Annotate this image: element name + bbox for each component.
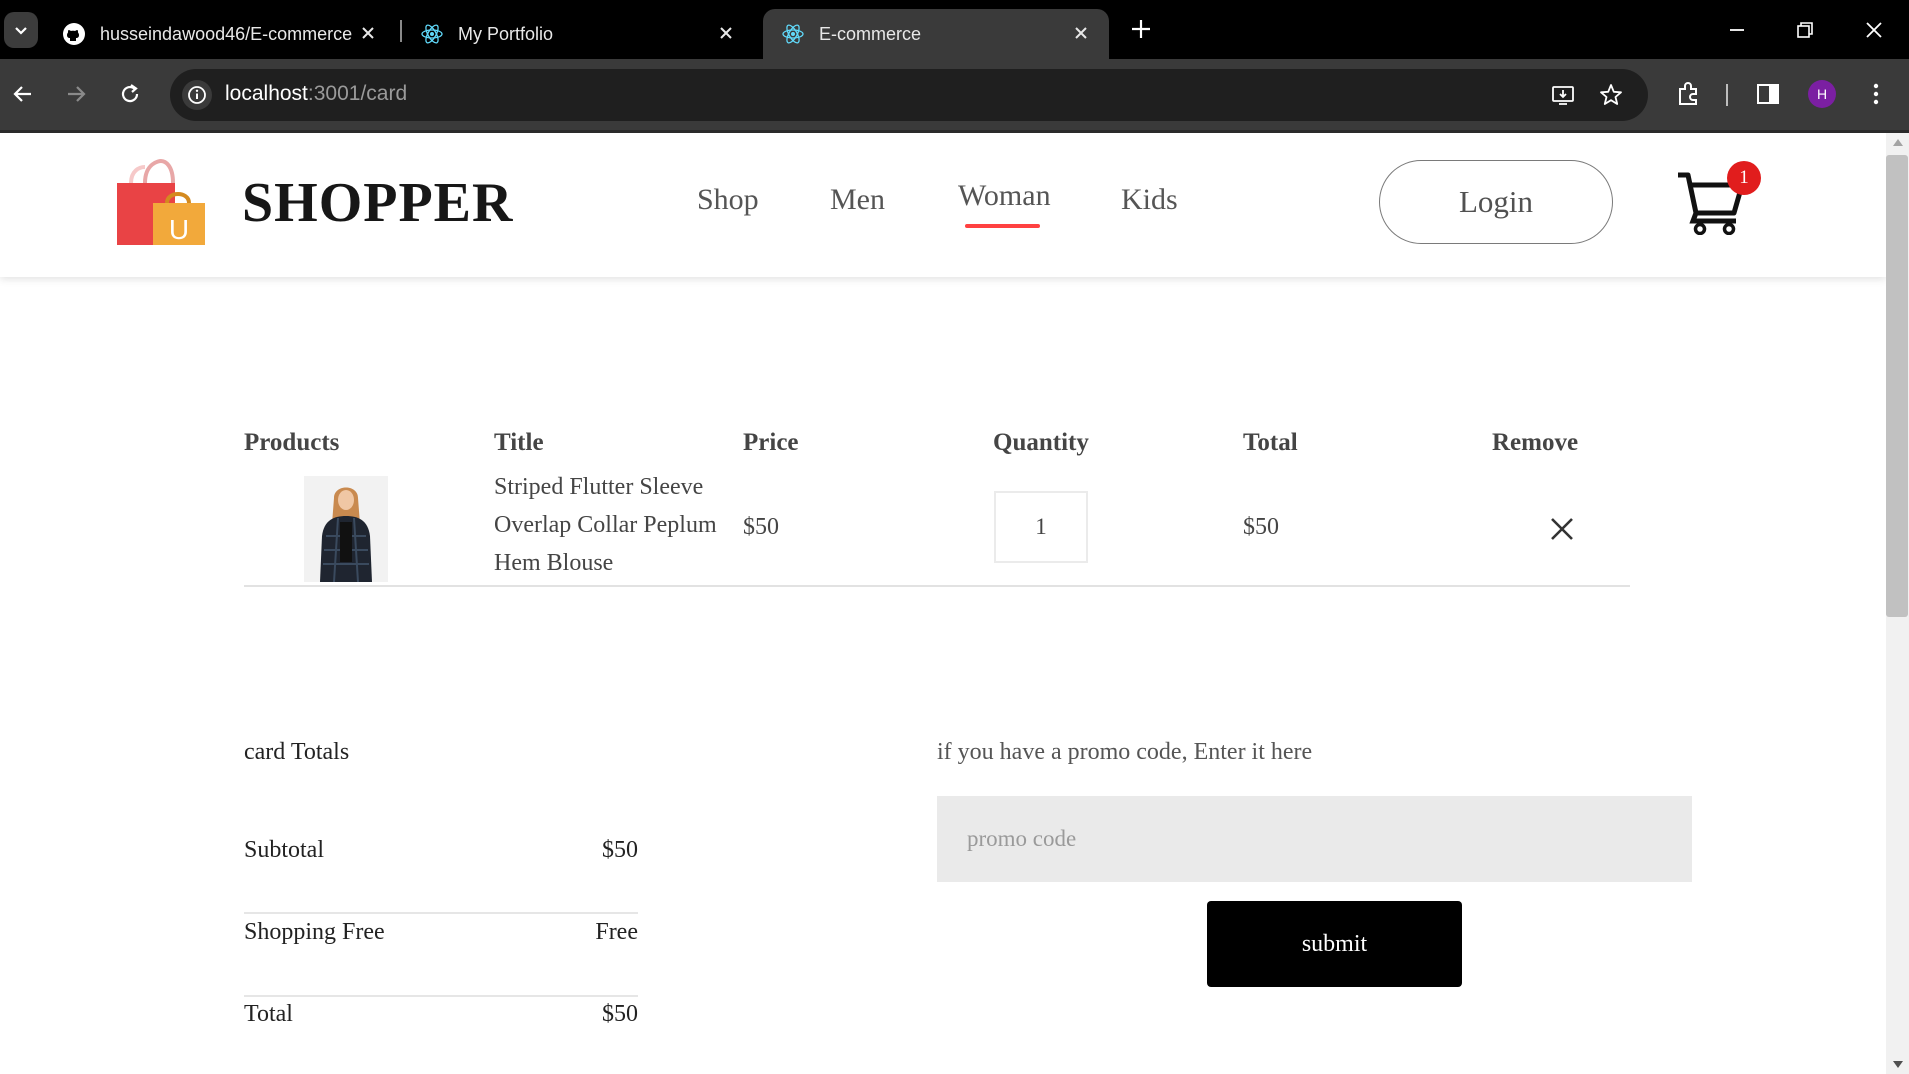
submit-button[interactable]: submit — [1207, 901, 1462, 987]
header-title: Title — [494, 429, 544, 456]
product-thumbnail — [304, 476, 388, 582]
totals-value: $50 — [602, 1001, 638, 1027]
header-products: Products — [244, 429, 340, 456]
restore-icon[interactable] — [1793, 18, 1817, 42]
nav-item-woman[interactable]: Woman — [958, 179, 1051, 213]
totals-title: card Totals — [244, 739, 350, 765]
url-path: :3001/card — [307, 82, 408, 105]
totals-row-subtotal: Subtotal $50 — [244, 837, 638, 864]
header-total: Total — [1243, 429, 1298, 456]
page-scrollbar[interactable] — [1886, 133, 1909, 1074]
tab-label: E-commerce — [819, 23, 922, 44]
totals-row-total: Total $50 — [244, 1001, 638, 1028]
header-quantity: Quantity — [993, 429, 1089, 456]
scroll-down-arrow-icon[interactable] — [1893, 1061, 1903, 1068]
totals-value: Free — [595, 919, 638, 945]
tab-search-button[interactable] — [4, 12, 38, 48]
totals-label: Total — [244, 1001, 293, 1027]
install-app-icon[interactable] — [1550, 82, 1576, 108]
reload-icon[interactable] — [117, 81, 143, 107]
browser-tab-strip: husseindawood46/E-commerce My Portfolio … — [0, 0, 1909, 59]
active-nav-indicator — [965, 224, 1040, 228]
totals-label: Shopping Free — [244, 919, 385, 945]
back-arrow-icon[interactable] — [10, 81, 36, 107]
profile-avatar[interactable]: H — [1808, 80, 1836, 108]
remove-x-icon[interactable] — [1549, 516, 1575, 542]
toolbar-divider — [1726, 84, 1728, 106]
tab-github[interactable]: husseindawood46/E-commerce — [44, 9, 396, 59]
close-window-icon[interactable] — [1862, 18, 1886, 42]
tab-label: My Portfolio — [458, 23, 554, 44]
brand-name[interactable]: SHOPPER — [242, 171, 513, 235]
site-info-icon[interactable] — [182, 80, 212, 110]
totals-divider — [244, 995, 638, 997]
minimize-icon[interactable] — [1725, 18, 1749, 42]
scroll-up-arrow-icon[interactable] — [1893, 139, 1903, 146]
tab-e-commerce[interactable]: E-commerce — [763, 9, 1109, 59]
url-host: localhost — [225, 82, 308, 105]
header-price: Price — [743, 429, 799, 456]
totals-divider — [244, 912, 638, 914]
tab-my-portfolio[interactable]: My Portfolio — [402, 9, 754, 59]
scrollbar-thumb[interactable] — [1886, 155, 1908, 617]
more-vertical-icon[interactable] — [1862, 80, 1890, 108]
react-icon — [781, 22, 805, 46]
page-viewport: U SHOPPER Shop Men Woman Kids Login 1 Pr… — [0, 133, 1886, 1074]
product-title: Striped Flutter Sleeve Overlap Collar Pe… — [494, 474, 717, 576]
product-total: $50 — [1243, 514, 1279, 540]
chevron-down-icon — [15, 27, 27, 35]
cart-count-badge: 1 — [1727, 161, 1761, 195]
totals-value: $50 — [602, 837, 638, 863]
side-panel-icon[interactable] — [1754, 80, 1782, 108]
nav-item-shop[interactable]: Shop — [697, 183, 759, 217]
totals-row-shipping: Shopping Free Free — [244, 919, 638, 946]
nav-item-men[interactable]: Men — [830, 183, 885, 217]
github-icon — [62, 22, 86, 46]
totals-label: Subtotal — [244, 837, 325, 863]
quantity-button[interactable]: 1 — [994, 491, 1088, 563]
browser-toolbar: localhost:3001/card H — [0, 59, 1909, 130]
tab-label: husseindawood46/E-commerce — [100, 23, 353, 44]
cart-row-divider — [244, 585, 1630, 587]
svg-text:U: U — [169, 214, 189, 245]
extensions-puzzle-icon[interactable] — [1674, 80, 1702, 108]
product-price: $50 — [743, 514, 779, 540]
nav-item-kids[interactable]: Kids — [1121, 183, 1178, 217]
header-remove: Remove — [1492, 429, 1579, 456]
close-icon[interactable] — [358, 23, 378, 43]
site-navbar: U SHOPPER Shop Men Woman Kids Login 1 — [0, 133, 1886, 277]
react-icon — [420, 22, 444, 46]
login-button[interactable]: Login — [1379, 160, 1613, 244]
star-icon[interactable] — [1598, 82, 1624, 108]
address-bar[interactable]: localhost:3001/card — [170, 69, 1648, 121]
close-icon[interactable] — [1071, 23, 1091, 43]
url-text[interactable]: localhost:3001/card — [225, 82, 407, 106]
promo-code-input[interactable] — [937, 796, 1692, 882]
plus-icon[interactable] — [1128, 16, 1154, 42]
close-icon[interactable] — [716, 23, 736, 43]
promo-prompt: if you have a promo code, Enter it here — [937, 739, 1313, 765]
forward-arrow-icon[interactable] — [63, 81, 89, 107]
shopping-bag-logo-icon[interactable]: U — [115, 159, 207, 247]
